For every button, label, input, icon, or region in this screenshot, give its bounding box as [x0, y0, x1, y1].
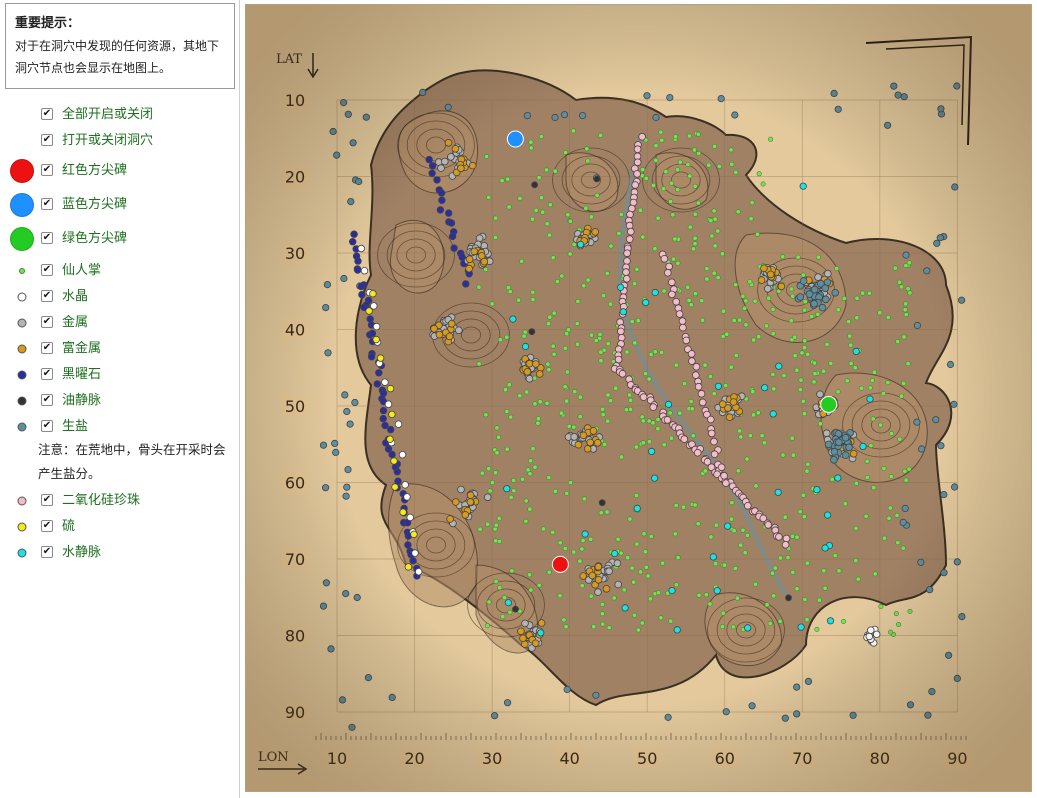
legend-label: 蓝色方尖碑	[62, 197, 128, 212]
legend-marker-icon	[17, 292, 27, 302]
legend-marker-icon	[17, 548, 27, 558]
legend-checkbox[interactable]: ✔	[41, 264, 53, 276]
legend-label: 生盐	[62, 419, 89, 434]
legend-item-obsidian[interactable]: ✔ 黑曜石	[0, 363, 238, 387]
legend-item-silica-pearl[interactable]: ✔ 二氧化硅珍珠	[0, 489, 238, 513]
legend-checkbox[interactable]: ✔	[41, 520, 53, 532]
legend-label: 富金属	[62, 341, 102, 356]
legend-item-sulfur[interactable]: ✔ 硫	[0, 515, 238, 539]
legend-checkbox[interactable]: ✔	[41, 420, 53, 432]
legend-panel: 重要提示： 对于在洞穴中发现的任何资源，其地下洞穴节点也会显示在地图上。 ✔ 全部…	[0, 0, 240, 798]
legend-label: 水静脉	[62, 545, 102, 560]
legend-item-red-obelisk[interactable]: ✔ 红色方尖碑	[0, 159, 238, 183]
legend-marker-icon	[10, 227, 34, 251]
legend-label: 水晶	[62, 289, 89, 304]
legend-item-water-vein[interactable]: ✔ 水静脉	[0, 541, 238, 565]
legend-label: 二氧化硅珍珠	[62, 493, 141, 508]
legend-checkbox[interactable]: ✔	[41, 342, 53, 354]
legend-label: 全部开启或关闭	[62, 107, 154, 122]
legend-label: 红色方尖碑	[62, 163, 128, 178]
legend-item-crystal[interactable]: ✔ 水晶	[0, 285, 238, 309]
map-panel[interactable]: 102030405060708090102030405060708090LATL…	[245, 4, 1032, 792]
legend-item-toggle-caves[interactable]: ✔ 打开或关闭洞穴	[0, 129, 238, 153]
legend-item-salt[interactable]: ✔ 生盐	[0, 415, 238, 439]
legend-marker-icon	[17, 318, 27, 328]
legend-checkbox[interactable]: ✔	[41, 134, 53, 146]
legend-label: 金属	[62, 315, 89, 330]
legend-note: 注意：在荒地中，骨头在开采时会产生盐分。	[38, 442, 226, 481]
legend-checkbox[interactable]: ✔	[41, 494, 53, 506]
legend-marker-icon	[17, 496, 27, 506]
legend-marker-icon	[17, 422, 27, 432]
legend-marker-icon	[17, 396, 27, 406]
legend-item-metal[interactable]: ✔ 金属	[0, 311, 238, 335]
legend-item-cactus[interactable]: ✔ 仙人掌	[0, 259, 238, 283]
legend-checkbox[interactable]: ✔	[41, 290, 53, 302]
legend-label: 绿色方尖碑	[62, 231, 128, 246]
legend-marker-icon	[17, 522, 27, 532]
legend-item-green-obelisk[interactable]: ✔ 绿色方尖碑	[0, 227, 238, 251]
legend-item-toggle-all[interactable]: ✔ 全部开启或关闭	[0, 103, 238, 127]
legend-marker-icon	[17, 344, 27, 354]
legend-marker-icon	[19, 268, 25, 274]
legend-label: 仙人掌	[62, 263, 102, 278]
legend-checkbox[interactable]: ✔	[41, 108, 53, 120]
legend-checkbox[interactable]: ✔	[41, 368, 53, 380]
legend-label: 黑曜石	[62, 367, 102, 382]
notice-title: 重要提示：	[15, 16, 81, 31]
legend-item-blue-obelisk[interactable]: ✔ 蓝色方尖碑	[0, 193, 238, 217]
legend-label: 油静脉	[62, 393, 102, 408]
legend-checkbox[interactable]: ✔	[41, 546, 53, 558]
legend-label: 打开或关闭洞穴	[62, 133, 154, 148]
legend-checkbox[interactable]: ✔	[41, 232, 53, 244]
legend-checkbox[interactable]: ✔	[41, 316, 53, 328]
map-vignette	[246, 5, 1031, 791]
legend-label: 硫	[62, 519, 76, 534]
map-canvas[interactable]: 102030405060708090102030405060708090LATL…	[246, 5, 1031, 791]
legend-marker-icon	[17, 370, 27, 380]
legend-item-rich-metal[interactable]: ✔ 富金属	[0, 337, 238, 361]
legend-checkbox[interactable]: ✔	[41, 394, 53, 406]
notice-box: 重要提示： 对于在洞穴中发现的任何资源，其地下洞穴节点也会显示在地图上。	[5, 3, 235, 89]
legend-marker-icon	[10, 159, 34, 183]
legend-marker-icon	[10, 193, 34, 217]
legend-checkbox[interactable]: ✔	[41, 164, 53, 176]
legend-item-oil-vein[interactable]: ✔ 油静脉	[0, 389, 238, 413]
notice-body: 对于在洞穴中发现的任何资源，其地下洞穴节点也会显示在地图上。	[15, 39, 220, 75]
legend-checkbox[interactable]: ✔	[41, 198, 53, 210]
